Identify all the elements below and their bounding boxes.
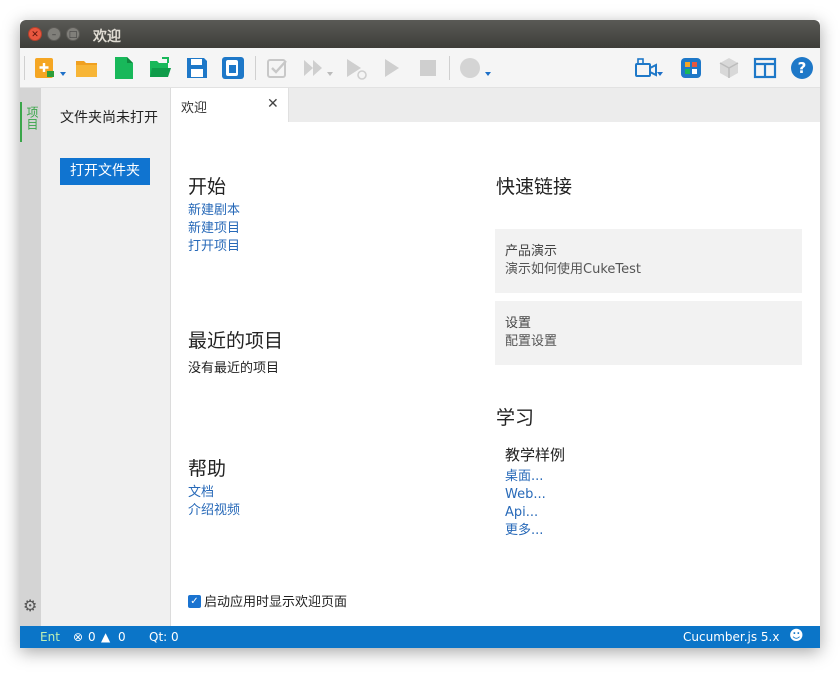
new-dropdown-icon[interactable] xyxy=(60,72,66,76)
ent-status[interactable]: Ent xyxy=(40,630,60,644)
close-icon[interactable]: ✕ xyxy=(267,96,279,112)
layout-icon[interactable] xyxy=(753,56,777,80)
run-all-icon[interactable] xyxy=(302,56,326,80)
open-file-icon[interactable] xyxy=(148,56,172,80)
help-heading: 帮助 xyxy=(188,458,227,480)
check-icon[interactable] xyxy=(265,56,289,80)
window-minimize-button[interactable]: – xyxy=(47,27,61,41)
error-count: 0 xyxy=(88,630,96,644)
project-sidebar: 文件夹尚未打开 打开文件夹 xyxy=(41,88,171,626)
product-demo-card[interactable]: 产品演示 演示如何使用CukeTest xyxy=(495,229,802,293)
start-heading: 开始 xyxy=(188,176,227,198)
title-bar: ✕ – □ 欢迎 xyxy=(20,20,820,48)
palette-icon[interactable] xyxy=(679,56,703,80)
run-icon[interactable] xyxy=(380,56,404,80)
learn-heading: 学习 xyxy=(496,407,535,429)
open-project-link[interactable]: 打开项目 xyxy=(188,238,240,256)
tab-welcome-label: 欢迎 xyxy=(181,101,208,116)
feedback-smiley-icon[interactable]: ☻ xyxy=(789,628,804,644)
card-title: 设置 xyxy=(505,316,532,331)
recent-heading: 最近的项目 xyxy=(188,330,284,352)
window-maximize-button[interactable]: □ xyxy=(66,27,80,41)
show-on-startup-label: 启动应用时显示欢迎页面 xyxy=(204,595,348,610)
run-debug-icon[interactable] xyxy=(344,56,368,80)
camera-icon[interactable] xyxy=(634,56,658,80)
svg-text:?: ? xyxy=(798,59,807,77)
docs-link[interactable]: 文档 xyxy=(188,484,214,502)
window-close-button[interactable]: ✕ xyxy=(28,27,42,41)
new-file-icon[interactable] xyxy=(112,56,136,80)
warning-count: 0 xyxy=(118,630,126,644)
app-window: ✕ – □ 欢迎 ? 项目 ⚙ 文件夹尚未打开 打开文件夹 欢迎 ✕ 开始 新建… xyxy=(20,20,820,648)
toolbar-separator xyxy=(255,56,256,80)
project-tab-label: 项目 xyxy=(25,106,39,130)
help-icon[interactable]: ? xyxy=(790,56,814,80)
activity-bar: 项目 ⚙ xyxy=(20,88,41,626)
runtime-status[interactable]: Cucumber.js 5.x xyxy=(683,630,779,644)
show-on-startup-checkbox[interactable]: ✓ xyxy=(188,595,201,608)
stop-icon[interactable] xyxy=(416,56,440,80)
samples-subheading: 教学样例 xyxy=(505,446,566,464)
card-title: 产品演示 xyxy=(505,244,558,259)
card-description: 演示如何使用CukeTest xyxy=(505,262,641,277)
toolbar-separator xyxy=(449,56,450,80)
save-all-icon[interactable] xyxy=(221,56,245,80)
record-dropdown-icon[interactable] xyxy=(485,72,491,76)
open-folder-button[interactable]: 打开文件夹 xyxy=(60,158,150,185)
window-title: 欢迎 xyxy=(93,29,121,45)
status-bar: Ent ⊗ 0 ▲ 0 Qt: 0 Cucumber.js 5.x ☻ xyxy=(20,626,820,648)
run-dropdown-icon[interactable] xyxy=(327,72,333,76)
save-icon[interactable] xyxy=(185,56,209,80)
open-folder-icon[interactable] xyxy=(75,56,99,80)
cube-icon[interactable] xyxy=(717,56,741,80)
settings-card[interactable]: 设置 配置设置 xyxy=(495,301,802,365)
record-icon[interactable] xyxy=(459,56,483,80)
gear-icon[interactable]: ⚙ xyxy=(23,598,38,614)
card-description: 配置设置 xyxy=(505,334,558,349)
new-project-link[interactable]: 新建项目 xyxy=(188,220,240,238)
activity-project-tab[interactable]: 项目 xyxy=(20,102,41,142)
warning-icon[interactable]: ▲ xyxy=(101,630,110,644)
api-sample-link[interactable]: Api... xyxy=(505,504,538,522)
qt-status[interactable]: Qt: 0 xyxy=(149,630,179,644)
toolbar-separator xyxy=(24,56,25,80)
new-script-icon[interactable] xyxy=(33,56,57,80)
desktop-sample-link[interactable]: 桌面... xyxy=(505,468,543,486)
error-icon[interactable]: ⊗ xyxy=(73,630,83,644)
no-folder-message: 文件夹尚未打开 xyxy=(60,110,158,126)
quick-links-heading: 快速链接 xyxy=(496,176,573,198)
tab-welcome[interactable]: 欢迎 ✕ xyxy=(171,88,289,122)
intro-video-link[interactable]: 介绍视频 xyxy=(188,502,240,520)
camera-dropdown-icon[interactable] xyxy=(657,72,663,76)
no-recent-text: 没有最近的项目 xyxy=(188,361,280,376)
toolbar: ? xyxy=(20,48,820,88)
web-sample-link[interactable]: Web... xyxy=(505,486,546,504)
welcome-page: 开始 新建剧本 新建项目 打开项目 最近的项目 没有最近的项目 帮助 文档 介绍… xyxy=(171,122,820,626)
new-script-link[interactable]: 新建剧本 xyxy=(188,202,240,220)
more-samples-link[interactable]: 更多... xyxy=(505,522,543,540)
editor-tabs: 欢迎 ✕ xyxy=(171,88,820,122)
